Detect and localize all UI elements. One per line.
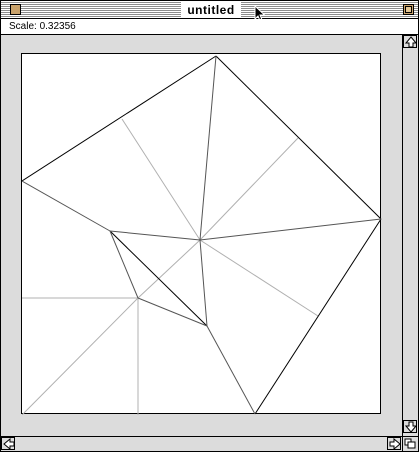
close-box-icon[interactable]: [10, 4, 21, 15]
scroll-left-arrow-icon[interactable]: [1, 437, 15, 450]
dark-line: [22, 55, 217, 182]
zoom-box-icon[interactable]: [403, 4, 414, 15]
gray-line: [199, 55, 217, 241]
title-box: untitled: [181, 2, 241, 17]
canvas-area[interactable]: [1, 35, 402, 436]
crease-pattern-canvas[interactable]: [21, 53, 382, 415]
app-window: untitled Scale: 0.32356: [0, 0, 419, 452]
window-title: untitled: [187, 2, 235, 17]
status-bar: Scale: 0.32356: [1, 19, 418, 35]
horizontal-scrollbar[interactable]: [1, 436, 402, 451]
dark-line: [215, 55, 382, 220]
vertical-scrollbar[interactable]: [402, 35, 418, 436]
scroll-up-arrow-icon[interactable]: [403, 35, 417, 48]
gray-line: [199, 239, 208, 327]
light-line: [121, 118, 201, 241]
gray-line: [22, 180, 111, 232]
gray-line: [206, 325, 256, 415]
scroll-down-arrow-icon[interactable]: [403, 420, 417, 433]
title-bar[interactable]: untitled: [1, 1, 418, 23]
gray-line: [109, 230, 201, 241]
gray-line: [109, 230, 139, 299]
gray-line: [137, 297, 208, 327]
crease-pattern-drawing: [22, 55, 382, 415]
dark-line: [254, 218, 382, 415]
scale-readout: Scale: 0.32356: [9, 21, 76, 32]
grow-box-icon[interactable]: [402, 436, 418, 451]
scroll-right-arrow-icon[interactable]: [387, 437, 401, 450]
light-line: [22, 297, 139, 415]
gray-line: [199, 218, 382, 241]
light-line: [199, 239, 319, 317]
light-line: [199, 137, 299, 241]
